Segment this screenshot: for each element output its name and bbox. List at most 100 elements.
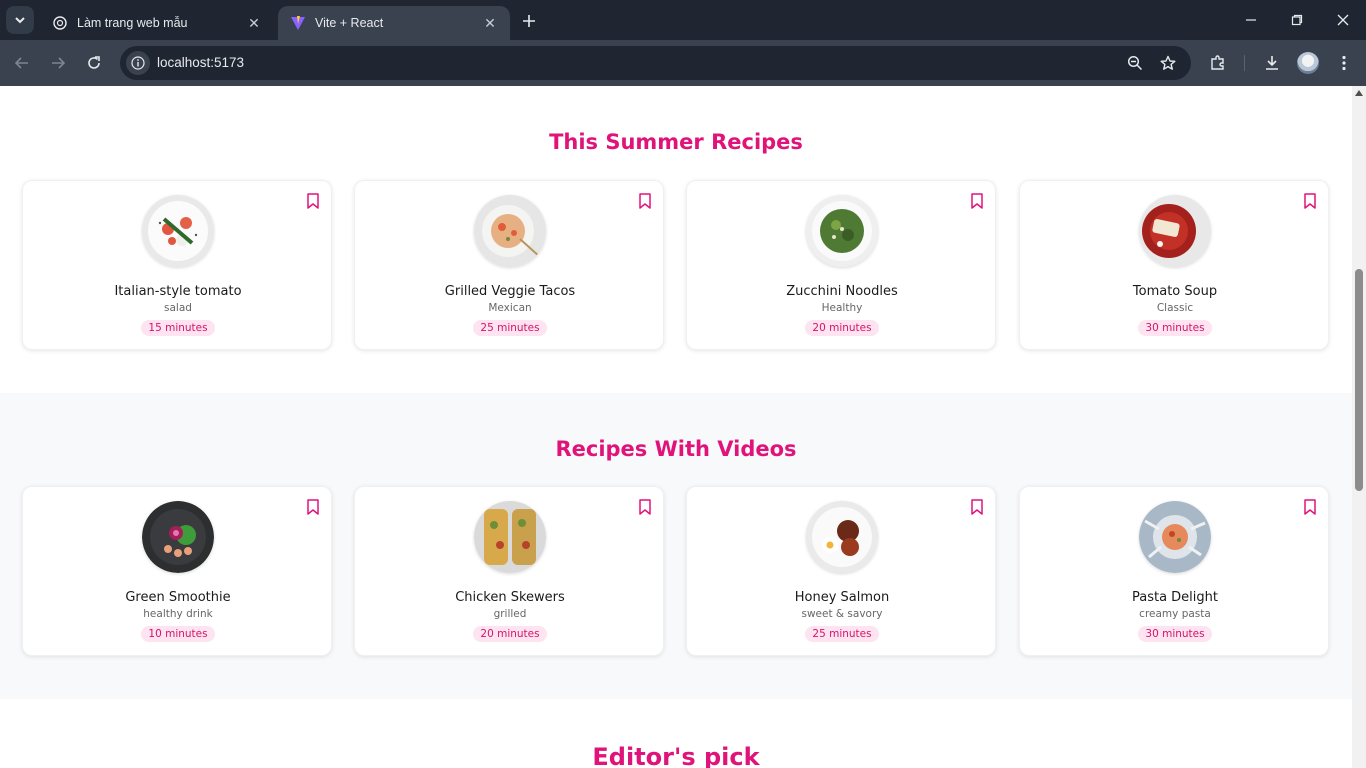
more-vertical-icon	[1342, 55, 1346, 71]
recipe-card[interactable]: Grilled Veggie Tacos Mexican 25 minutes	[354, 180, 664, 350]
info-icon	[131, 56, 145, 70]
recipe-card[interactable]: Chicken Skewers grilled 20 minutes	[354, 486, 664, 656]
recipe-name: Tomato Soup	[1132, 284, 1218, 299]
recipe-card[interactable]: Zucchini Noodles Healthy 20 minutes	[686, 180, 996, 350]
site-info-button[interactable]	[126, 51, 150, 75]
back-button[interactable]	[8, 49, 36, 77]
arrow-right-icon	[52, 57, 66, 69]
editors-pick-section: Editor's pick	[0, 699, 1352, 768]
address-bar[interactable]: localhost:5173	[120, 46, 1191, 80]
arrow-left-icon	[14, 57, 28, 69]
recipe-name: Honey Salmon	[794, 590, 890, 605]
bookmark-icon[interactable]	[638, 499, 652, 515]
recipe-category: Healthy	[821, 302, 863, 314]
extensions-button[interactable]	[1207, 52, 1229, 74]
recipe-time-badge: 25 minutes	[473, 320, 547, 336]
page-scrollbar[interactable]	[1352, 86, 1366, 768]
zoom-out-icon	[1127, 55, 1143, 71]
recipe-time-badge: 25 minutes	[805, 626, 879, 642]
restore-button[interactable]	[1285, 8, 1309, 32]
recipe-image	[1139, 195, 1211, 267]
minimize-icon	[1246, 19, 1256, 21]
recipe-category: sweet & savory	[801, 608, 883, 620]
recipe-image	[806, 195, 878, 267]
browser-toolbar: localhost:5173	[0, 40, 1366, 86]
bookmark-icon[interactable]	[306, 499, 320, 515]
recipe-time-badge: 20 minutes	[473, 626, 547, 642]
reload-button[interactable]	[80, 49, 108, 77]
vite-icon	[290, 15, 306, 31]
openai-icon	[52, 15, 68, 31]
recipe-card[interactable]: Honey Salmon sweet & savory 25 minutes	[686, 486, 996, 656]
recipe-card[interactable]: Italian-style tomato salad 15 minutes	[22, 180, 332, 350]
recipe-category: salad	[164, 302, 192, 314]
bookmark-icon[interactable]	[1303, 499, 1317, 515]
recipe-category: grilled	[493, 608, 527, 620]
new-tab-button[interactable]	[518, 10, 540, 32]
page-viewport: This Summer Recipes Italian-style tomato…	[0, 86, 1352, 768]
section-title: This Summer Recipes	[549, 130, 803, 154]
puzzle-icon	[1211, 55, 1224, 70]
summer-recipes-section: This Summer Recipes Italian-style tomato…	[0, 86, 1352, 393]
download-icon	[1266, 56, 1278, 70]
section-title: Recipes With Videos	[555, 437, 797, 461]
tab-lam-trang-web-mau[interactable]: Làm trang web mẫu ✕	[40, 6, 274, 40]
bookmark-icon[interactable]	[970, 499, 984, 515]
forward-button[interactable]	[44, 49, 72, 77]
video-recipes-section: Recipes With Videos Green Smoothie healt…	[0, 393, 1352, 699]
recipe-time-badge: 30 minutes	[1138, 626, 1212, 642]
browser-tab-bar: Làm trang web mẫu ✕ Vite + React ✕	[0, 0, 1366, 40]
url-text[interactable]: localhost:5173	[157, 55, 244, 70]
zoom-button[interactable]	[1126, 54, 1144, 72]
section-title: Editor's pick	[592, 743, 760, 768]
recipe-name: Chicken Skewers	[455, 590, 565, 605]
recipe-image	[806, 501, 878, 573]
plus-icon	[523, 15, 535, 27]
toolbar-divider	[1244, 55, 1245, 71]
downloads-button[interactable]	[1261, 52, 1283, 74]
recipe-category: creamy pasta	[1139, 608, 1211, 620]
close-window-button[interactable]	[1331, 8, 1355, 32]
minimize-button[interactable]	[1239, 8, 1263, 32]
chevron-down-icon	[15, 17, 25, 24]
reload-icon	[88, 56, 100, 69]
profile-avatar[interactable]	[1297, 52, 1319, 74]
recipe-name: Pasta Delight	[1131, 590, 1218, 605]
recipe-name: Italian-style tomato	[114, 284, 242, 299]
close-icon[interactable]: ✕	[246, 15, 262, 31]
recipe-time-badge: 30 minutes	[1138, 320, 1212, 336]
recipe-card[interactable]: Pasta Delight creamy pasta 30 minutes	[1019, 486, 1329, 656]
recipe-card[interactable]: Green Smoothie healthy drink 10 minutes	[22, 486, 332, 656]
restore-icon	[1291, 14, 1303, 26]
close-icon[interactable]: ✕	[482, 15, 498, 31]
bookmark-icon[interactable]	[970, 193, 984, 209]
scroll-thumb[interactable]	[1355, 269, 1363, 491]
recipe-card[interactable]: Tomato Soup Classic 30 minutes	[1019, 180, 1329, 350]
recipe-name: Green Smoothie	[125, 590, 231, 605]
scroll-up-arrow-icon[interactable]	[1355, 90, 1363, 96]
recipe-time-badge: 15 minutes	[141, 320, 215, 336]
bookmark-icon[interactable]	[1303, 193, 1317, 209]
recipe-time-badge: 10 minutes	[141, 626, 215, 642]
tab-search-button[interactable]	[6, 6, 34, 34]
star-icon	[1160, 55, 1176, 70]
recipe-time-badge: 20 minutes	[805, 320, 879, 336]
close-icon	[1337, 14, 1349, 26]
recipe-image	[1139, 501, 1211, 573]
tab-title: Làm trang web mẫu	[77, 16, 188, 30]
recipe-image	[474, 195, 546, 267]
bookmark-icon[interactable]	[638, 193, 652, 209]
bookmark-star-button[interactable]	[1159, 54, 1177, 72]
recipe-image	[474, 501, 546, 573]
tab-vite-react[interactable]: Vite + React ✕	[278, 6, 510, 40]
browser-menu-button[interactable]	[1333, 52, 1355, 74]
recipe-image	[142, 501, 214, 573]
tab-title: Vite + React	[315, 16, 384, 30]
recipe-name: Zucchini Noodles	[786, 284, 898, 299]
recipe-category: Mexican	[488, 302, 532, 314]
recipe-category: Classic	[1156, 302, 1194, 314]
recipe-name: Grilled Veggie Tacos	[444, 284, 576, 299]
bookmark-icon[interactable]	[306, 193, 320, 209]
recipe-category: healthy drink	[143, 608, 213, 620]
recipe-image	[142, 195, 214, 267]
